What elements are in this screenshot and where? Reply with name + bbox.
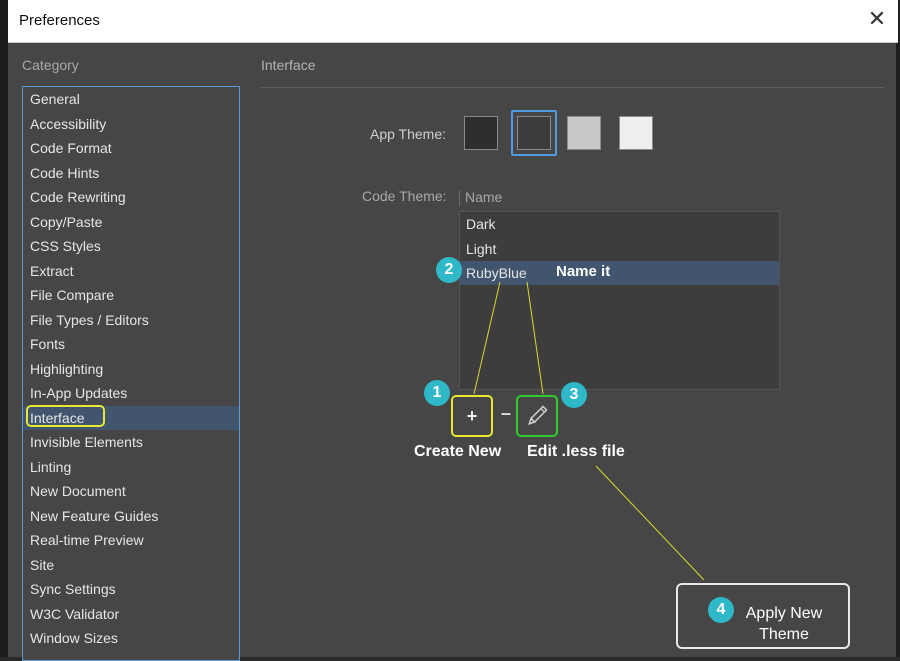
sidebar-item-code-hints[interactable]: Code Hints xyxy=(23,161,239,185)
close-icon[interactable]: ✕ xyxy=(866,8,888,30)
title-bar: Preferences ✕ xyxy=(8,0,898,43)
window-title: Preferences xyxy=(19,12,100,29)
name-column-header[interactable]: Name xyxy=(465,189,502,205)
sidebar-item-copy-paste[interactable]: Copy/Paste xyxy=(23,210,239,234)
sidebar-item-site[interactable]: Site xyxy=(23,553,239,577)
sidebar-item-new-feature-guides[interactable]: New Feature Guides xyxy=(23,504,239,528)
window-frame-left xyxy=(0,0,8,657)
code-theme-list[interactable]: Dark Light RubyBlue xyxy=(459,211,780,390)
sidebar-item-code-rewriting[interactable]: Code Rewriting xyxy=(23,185,239,209)
sidebar-item-code-format[interactable]: Code Format xyxy=(23,136,239,160)
app-theme-swatch-dark[interactable] xyxy=(517,116,551,150)
edit-less-callout: Edit .less file xyxy=(527,443,625,460)
sidebar-item-fonts[interactable]: Fonts xyxy=(23,332,239,356)
sidebar-item-new-document[interactable]: New Document xyxy=(23,479,239,503)
apply-text-line2: Theme xyxy=(759,626,809,643)
name-it-callout: Name it xyxy=(556,263,611,280)
apply-new-theme-callout: 4 Apply New Theme xyxy=(676,583,850,649)
apply-new-theme-text: Apply New Theme xyxy=(724,603,844,645)
sidebar-item-css-styles[interactable]: CSS Styles xyxy=(23,234,239,258)
category-list[interactable]: General Accessibility Code Format Code Hint… xyxy=(22,86,240,661)
sidebar-item-real-time-preview[interactable]: Real-time Preview xyxy=(23,528,239,552)
section-title: Interface xyxy=(261,57,316,73)
edit-theme-button[interactable] xyxy=(516,395,558,437)
sidebar-item-sync-settings[interactable]: Sync Settings xyxy=(23,577,239,601)
sidebar-item-window-sizes[interactable]: Window Sizes xyxy=(23,626,239,650)
theme-list-header: Name xyxy=(459,187,780,209)
preferences-dialog: Category General Accessibility Code Format… xyxy=(8,43,896,661)
sidebar-item-general[interactable]: General xyxy=(23,87,239,111)
section-divider xyxy=(261,87,884,88)
create-new-callout: Create New xyxy=(414,443,502,460)
sidebar-item-accessibility[interactable]: Accessibility xyxy=(23,112,239,136)
app-theme-swatch-light[interactable] xyxy=(567,116,601,150)
code-theme-item-rubyblue[interactable]: RubyBlue xyxy=(460,261,779,285)
sidebar-item-w3c-validator[interactable]: W3C Validator xyxy=(23,602,239,626)
apply-text-line1: Apply New xyxy=(745,605,823,622)
sidebar-item-extract[interactable]: Extract xyxy=(23,259,239,283)
code-theme-item-light[interactable]: Light xyxy=(460,237,779,261)
app-theme-swatch-darkest[interactable] xyxy=(464,116,498,150)
plus-icon: + xyxy=(466,406,478,426)
app-theme-label: App Theme: xyxy=(370,126,447,142)
add-theme-button[interactable]: + xyxy=(451,395,493,437)
step-badge-2: 2 xyxy=(436,257,462,283)
sidebar-item-invisible-elements[interactable]: Invisible Elements xyxy=(23,430,239,454)
sidebar-item-file-types-editors[interactable]: File Types / Editors xyxy=(23,308,239,332)
code-theme-item-dark[interactable]: Dark xyxy=(460,212,779,236)
sidebar-item-file-compare[interactable]: File Compare xyxy=(23,283,239,307)
column-divider xyxy=(459,190,460,206)
sidebar-item-linting[interactable]: Linting xyxy=(23,455,239,479)
code-theme-label: Code Theme: xyxy=(362,188,447,204)
pencil-icon xyxy=(528,405,548,425)
remove-theme-button[interactable]: – xyxy=(499,401,513,425)
app-theme-swatch-lightest[interactable] xyxy=(619,116,653,150)
interface-highlight-box xyxy=(26,405,105,427)
step-badge-1: 1 xyxy=(424,380,450,406)
step-badge-3: 3 xyxy=(561,382,587,408)
window-frame-right xyxy=(896,0,900,657)
sidebar-item-highlighting[interactable]: Highlighting xyxy=(23,357,239,381)
sidebar-item-in-app-updates[interactable]: In-App Updates xyxy=(23,381,239,405)
category-label: Category xyxy=(22,57,79,73)
